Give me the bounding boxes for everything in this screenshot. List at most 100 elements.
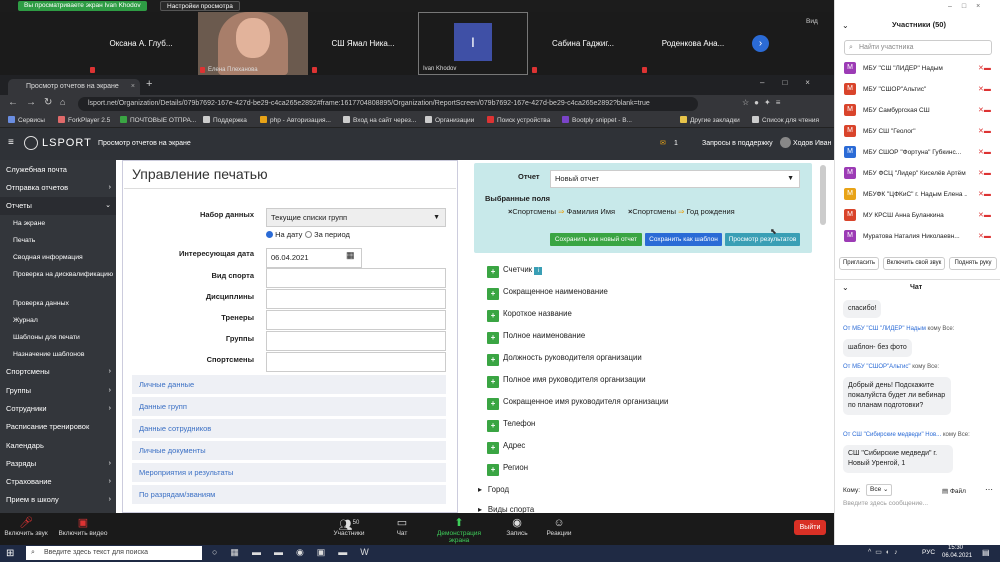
chat-collapse-icon[interactable]: ⌄ xyxy=(842,283,849,292)
preview-results-button[interactable]: Просмотр результатов xyxy=(725,233,800,246)
new-tab-button[interactable]: + xyxy=(146,78,152,90)
available-field[interactable]: + Телефон xyxy=(487,417,535,432)
sidebar-item[interactable]: Спортсмены › xyxy=(0,363,116,381)
unmute-self-button[interactable]: Включить свой звук xyxy=(883,257,945,270)
athletes-input[interactable] xyxy=(266,352,446,372)
reactions-button[interactable]: ☺ Реакции xyxy=(544,517,574,537)
start-video-button[interactable]: ▣ Включить видео xyxy=(58,517,108,537)
participant-row[interactable]: М МБУ СШ "Геолог" ✕▬ xyxy=(844,121,994,142)
available-field[interactable]: + Сокращенное имя руководителя организаци… xyxy=(487,395,668,410)
sidebar-subitem[interactable]: Шаблоны для печати xyxy=(0,329,116,346)
reading-list[interactable]: Список для чтения xyxy=(752,115,819,126)
avatar[interactable] xyxy=(780,137,791,148)
start-icon[interactable]: ⊞ xyxy=(6,548,14,559)
bookmark[interactable]: Поиск устройства xyxy=(487,115,550,126)
save-as-template-button[interactable]: Сохранить как шаблон xyxy=(645,233,722,246)
forward-icon[interactable]: → xyxy=(26,97,36,108)
participant-row[interactable]: М МБУ Самбургская СШ ✕▬ xyxy=(844,100,994,121)
panel-window-controls[interactable]: –□× xyxy=(948,3,990,10)
app-logo[interactable]: LSPORT xyxy=(42,137,92,149)
available-field[interactable]: + Регион xyxy=(487,461,528,476)
bookmark[interactable]: ForkPlayer 2.5 xyxy=(58,115,110,126)
browser-tab[interactable]: Просмотр отчетов на экране × xyxy=(8,79,140,95)
video-tile[interactable]: Елена Плеханова xyxy=(198,12,308,75)
recipient-select[interactable]: Все ⌄ xyxy=(866,484,892,496)
participants-button[interactable]: 👥︎50 Участники xyxy=(332,517,366,537)
participant-row[interactable]: М МБУФК "ЦФКиС" г. Надым Елена ... ✕▬ xyxy=(844,184,994,205)
sidebar-subitem[interactable]: Сводная информация xyxy=(0,249,116,266)
available-field[interactable]: + Должность руководителя организации xyxy=(487,351,642,366)
notification-icon[interactable]: ▤ xyxy=(982,548,990,557)
sidebar-item[interactable]: Расписание тренировок xyxy=(0,418,116,436)
support-link[interactable]: Запросы в поддержку xyxy=(702,140,773,147)
participant-row[interactable]: М МБУ "СШ "ЛИДЕР" Надым ✕▬ xyxy=(844,58,994,79)
share-screen-button[interactable]: ⬆ Демонстрация экрана xyxy=(426,517,492,544)
radio-on-date[interactable]: На дату xyxy=(266,230,302,239)
bookmark[interactable]: Вход на сайт через... xyxy=(343,115,416,126)
available-field[interactable]: + Сокращенное наименование xyxy=(487,285,608,300)
view-settings-button[interactable]: Настройки просмотра xyxy=(160,1,240,11)
leave-meeting-button[interactable]: Выйти xyxy=(794,520,826,535)
raise-hand-button[interactable]: Поднять руку xyxy=(949,257,997,270)
home-icon[interactable]: ⌂ xyxy=(60,97,65,107)
participant-row[interactable]: М МБУ "СШОР"Альтис" ✕▬ xyxy=(844,79,994,100)
bookmark[interactable]: Поддержка xyxy=(203,115,247,126)
unmute-button[interactable]: 🎤︎ Включить звук xyxy=(4,517,48,537)
reload-icon[interactable]: ↻ xyxy=(44,97,52,108)
participant-row[interactable]: М МБУ ФСЦ "Лидер" Киселёв Артём ✕▬ xyxy=(844,163,994,184)
sidebar-subitem[interactable]: Журнал xyxy=(0,312,116,329)
available-field[interactable]: + Полное наименование xyxy=(487,329,585,344)
chat-input[interactable]: Введите здесь сообщение... xyxy=(843,500,993,512)
participant-row[interactable]: М МУ КРСШ Анна Буланкина ✕▬ xyxy=(844,205,994,226)
accordion-item[interactable]: Данные сотрудников xyxy=(132,419,446,439)
report-select[interactable]: Новый отчет ▼ xyxy=(550,170,800,188)
available-field[interactable]: + Короткое название xyxy=(487,307,572,322)
accordion-item[interactable]: Личные документы xyxy=(132,441,446,461)
participant-search[interactable]: ⌕ Найти участника xyxy=(844,40,992,55)
available-field[interactable]: + Счетчик i xyxy=(487,263,543,278)
taskbar-search[interactable]: ⌕ Введите здесь текст для поиска xyxy=(26,546,202,560)
accordion-item[interactable]: Данные групп xyxy=(132,397,446,417)
invite-button[interactable]: Пригласить xyxy=(839,257,879,270)
available-field[interactable]: + Полное имя руководителя организации xyxy=(487,373,646,388)
video-tile[interactable]: СШ Ямал Ника... xyxy=(308,12,418,75)
accordion-item[interactable]: Мероприятия и результаты xyxy=(132,463,446,483)
taskbar-apps[interactable]: ○▦▬▬◉▣▬W xyxy=(212,547,382,558)
sidebar-item[interactable]: Сотрудники › xyxy=(0,400,116,418)
accordion-item[interactable]: Личные данные xyxy=(132,375,446,395)
video-tile[interactable]: Оксана А. Глуб... xyxy=(86,12,196,75)
bookmark[interactable]: Организации xyxy=(425,115,474,126)
sidebar-item[interactable]: Календарь xyxy=(0,437,116,455)
sidebar-subitem[interactable]: Проверка данных xyxy=(0,295,116,312)
sidebar-item[interactable]: Служебная почта xyxy=(0,161,116,179)
dataset-select[interactable]: Текущие списки групп ▼ xyxy=(266,208,446,227)
field-group[interactable]: ▸ Город xyxy=(478,483,509,496)
participant-row[interactable]: М МБУ СШОР "Фортуна" Губкинс... ✕▬ xyxy=(844,142,994,163)
sidebar-item[interactable]: Группы › xyxy=(0,382,116,400)
close-tab-icon[interactable]: × xyxy=(131,79,135,95)
clock-time[interactable]: 15:30 xyxy=(948,545,963,551)
language-indicator[interactable]: РУС xyxy=(922,549,935,556)
radio-period[interactable]: За период xyxy=(305,230,350,239)
bookmark[interactable]: Сервисы xyxy=(8,115,45,126)
file-button[interactable]: ▤ Файл xyxy=(942,487,966,495)
bookmark[interactable]: Bootply snippet - B... xyxy=(562,115,632,126)
system-tray-icons[interactable]: ^▭◐♪ xyxy=(868,548,902,556)
more-icon[interactable]: ⋯ xyxy=(985,485,993,494)
sport-input[interactable] xyxy=(266,268,446,288)
sidebar-item[interactable]: Страхование › xyxy=(0,473,116,491)
available-field[interactable]: + Адрес xyxy=(487,439,525,454)
window-controls[interactable]: –□× xyxy=(760,78,828,87)
selected-chip[interactable]: ×Спортсмены ⇒ Фамилия Имя xyxy=(508,207,615,216)
sidebar-item[interactable]: Разряды › xyxy=(0,455,116,473)
sidebar-subitem[interactable]: На экране xyxy=(0,215,116,232)
participant-row[interactable]: М Муратова Наталия Николаевн... ✕▬ xyxy=(844,226,994,247)
coaches-input[interactable] xyxy=(266,310,446,330)
record-button[interactable]: ◉ Запись xyxy=(504,517,530,537)
back-icon[interactable]: ← xyxy=(8,97,18,108)
bookmark-folder[interactable]: Другие закладки xyxy=(680,115,740,126)
page-scrollbar[interactable] xyxy=(820,165,826,225)
video-tile[interactable]: Сабина Гаджиг... xyxy=(528,12,638,75)
browser-extension-icons[interactable]: ☆●✦≡ xyxy=(742,98,785,107)
chat-button[interactable]: ▭ Чат xyxy=(392,517,412,537)
